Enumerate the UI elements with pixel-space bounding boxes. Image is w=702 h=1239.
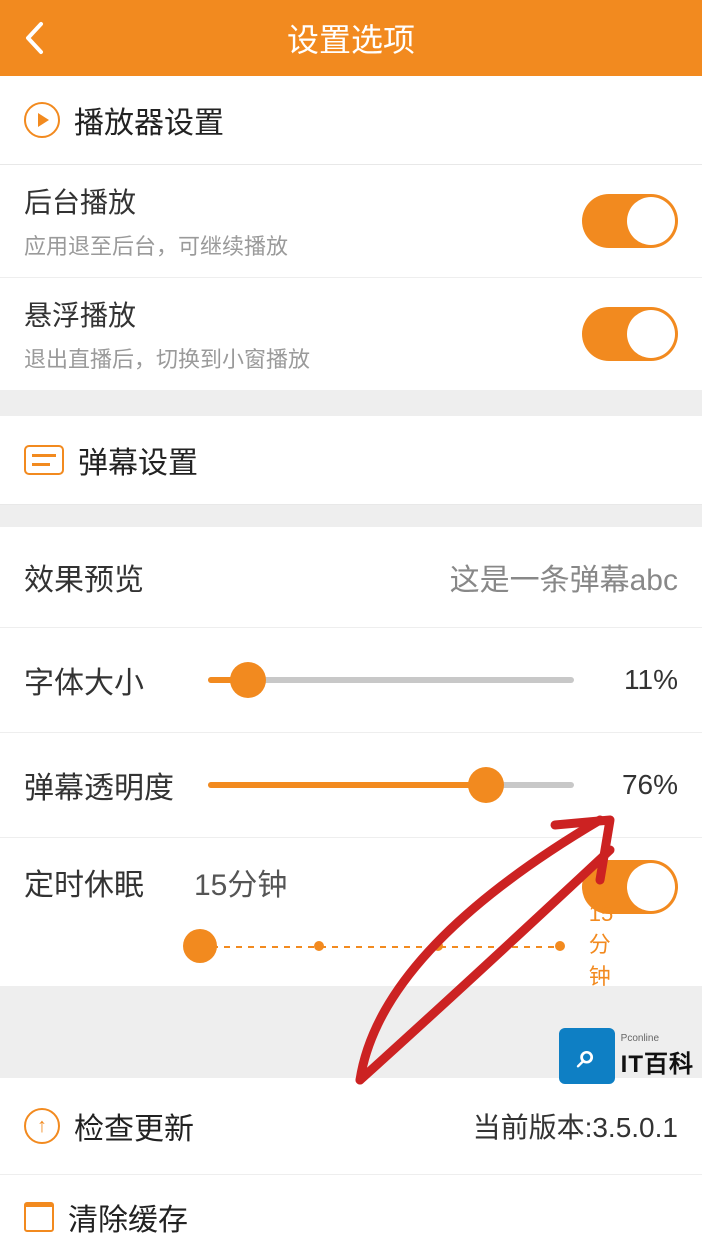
danmu-preview-label: 效果预览 <box>24 555 144 599</box>
opacity-value: 76% <box>598 769 678 801</box>
float-play-sub: 退出直播后，切换到小窗播放 <box>24 342 678 374</box>
watermark-small: Pconline <box>621 1033 694 1044</box>
float-play-row: 悬浮播放 退出直播后，切换到小窗播放 <box>0 278 702 390</box>
clear-cache-label: 清除缓存 <box>68 1195 188 1239</box>
arrow-up-icon: ↑ <box>24 1108 60 1144</box>
opacity-row: 弹幕透明度 76% <box>0 733 702 838</box>
font-size-value: 11% <box>598 664 678 696</box>
background-play-row: 后台播放 应用退至后台，可继续播放 <box>0 165 702 278</box>
watermark-logo-icon: ⌕ <box>559 1028 615 1084</box>
chevron-left-icon <box>23 21 45 55</box>
float-play-toggle[interactable] <box>582 307 678 361</box>
app-header: 设置选项 <box>0 0 702 76</box>
play-icon <box>24 102 60 138</box>
danmu-section-header: 弹幕设置 <box>0 416 702 505</box>
back-button[interactable] <box>18 22 50 54</box>
page-title: 设置选项 <box>0 15 702 61</box>
danmu-preview-row[interactable]: 效果预览 这是一条弹幕abc <box>0 527 702 628</box>
current-version: 当前版本:3.5.0.1 <box>473 1106 678 1146</box>
danmu-icon <box>24 445 64 475</box>
float-play-title: 悬浮播放 <box>24 294 678 334</box>
background-play-toggle[interactable] <box>582 194 678 248</box>
trash-icon <box>24 1202 54 1232</box>
font-size-slider[interactable] <box>208 677 574 683</box>
background-play-title: 后台播放 <box>24 181 678 221</box>
opacity-label: 弹幕透明度 <box>24 763 194 807</box>
sleep-step-slider[interactable]: 15分钟 <box>200 926 560 966</box>
danmu-section-title: 弹幕设置 <box>78 438 198 482</box>
font-size-label: 字体大小 <box>24 658 194 702</box>
player-section-title: 播放器设置 <box>74 98 224 142</box>
section-gap <box>0 505 702 527</box>
player-section-header: 播放器设置 <box>0 76 702 165</box>
watermark-big: IT百科 <box>621 1044 694 1079</box>
clear-cache-row[interactable]: 清除缓存 <box>0 1175 702 1239</box>
font-size-row: 字体大小 11% <box>0 628 702 733</box>
section-gap <box>0 390 702 416</box>
sleep-value: 15分钟 <box>194 860 287 904</box>
sleep-label: 定时休眠 <box>24 860 194 904</box>
background-play-sub: 应用退至后台，可继续播放 <box>24 229 678 261</box>
watermark: ⌕ Pconline IT百科 <box>559 1028 694 1084</box>
danmu-preview-value: 这是一条弹幕abc <box>450 555 678 599</box>
sleep-timer-row: 定时休眠 15分钟 15分钟 <box>0 838 702 987</box>
check-update-label: 检查更新 <box>74 1104 194 1148</box>
opacity-slider[interactable] <box>208 782 574 788</box>
sleep-end-label: 15分钟 <box>589 901 613 991</box>
